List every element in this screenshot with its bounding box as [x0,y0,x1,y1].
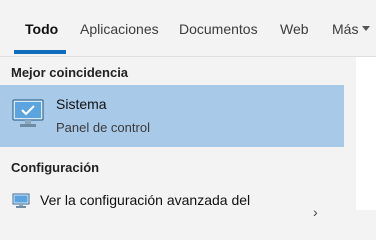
active-tab-indicator [14,50,66,54]
chevron-down-icon[interactable] [362,26,370,31]
best-match-title: Sistema [56,96,107,112]
tab-web[interactable]: Web [280,21,309,37]
best-match-subtitle: Panel de control [56,120,150,135]
chevron-right-icon[interactable]: › [313,204,318,220]
search-tabs-bar: Todo Aplicaciones Documentos Web Más [0,0,376,57]
preview-pane [344,57,376,210]
tab-mas[interactable]: Más [332,21,358,37]
computer-monitor-icon [12,99,44,127]
tab-documentos[interactable]: Documentos [179,21,258,37]
tab-aplicaciones[interactable]: Aplicaciones [80,21,159,37]
tab-todo[interactable]: Todo [25,21,58,37]
best-match-item[interactable]: Sistema Panel de control [0,85,344,147]
settings-header: Configuración [11,160,100,175]
best-match-header: Mejor coincidencia [11,65,129,80]
settings-result-item[interactable]: Ver la configuración avanzada del › [0,187,344,220]
settings-item-label: Ver la configuración avanzada del [40,192,251,208]
monitor-settings-icon [12,193,30,208]
preview-card [356,57,376,210]
results-panel: Mejor coincidencia Sistema Panel de cont… [0,57,344,220]
